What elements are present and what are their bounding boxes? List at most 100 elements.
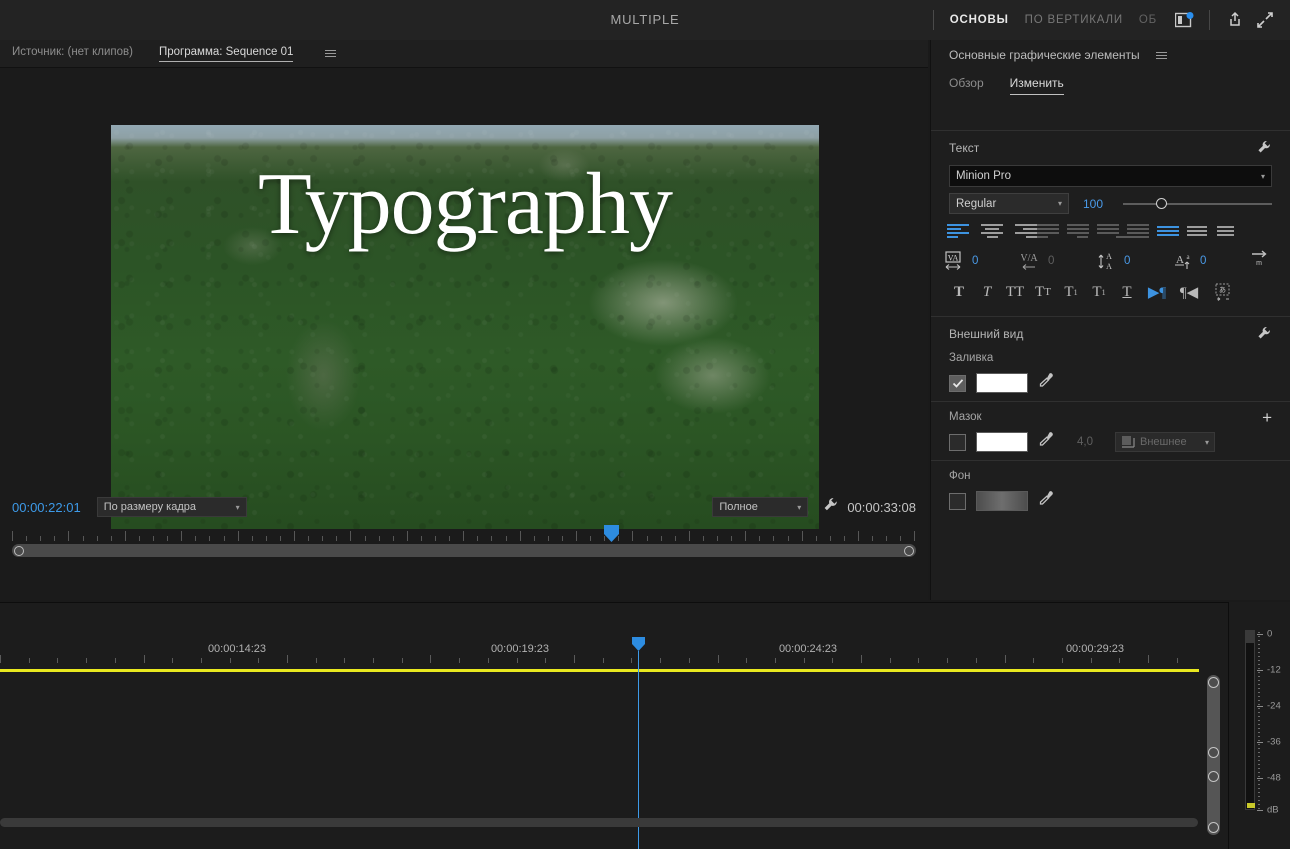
background-color-swatch[interactable] — [976, 491, 1028, 511]
stroke-type-dropdown[interactable]: Внешнее ▾ — [1115, 432, 1215, 452]
vertical-align-top-icon[interactable] — [1157, 222, 1187, 240]
timeline-vertical-scrollbar[interactable] — [1207, 675, 1220, 835]
meter-minor-tick — [1258, 732, 1260, 733]
scrubber-tick — [788, 536, 789, 541]
scroll-handle-mid[interactable] — [1208, 747, 1219, 758]
align-right-icon[interactable] — [1007, 222, 1037, 240]
tab-source[interactable]: Источник: (нет клипов) — [12, 46, 133, 61]
fullscreen-icon[interactable] — [1250, 5, 1280, 35]
duration-timecode[interactable]: 00:00:33:08 — [847, 500, 916, 515]
stroke-width-value[interactable]: 4,0 — [1065, 436, 1105, 448]
underline-icon[interactable]: T — [1113, 282, 1141, 302]
leading-control[interactable]: A A 0 — [1097, 251, 1169, 271]
align-left-icon[interactable] — [947, 222, 977, 240]
stroke-checkbox[interactable] — [949, 434, 966, 451]
scrubber-bar[interactable] — [12, 544, 916, 557]
scrubber-tick — [350, 531, 351, 541]
baseline-shift-control[interactable]: A a 0 — [1173, 251, 1245, 271]
current-timecode[interactable]: 00:00:22:01 — [12, 500, 81, 515]
scroll-handle-mid2[interactable] — [1208, 771, 1219, 782]
hamburger-icon[interactable] — [1156, 52, 1167, 59]
rtl-direction-icon[interactable]: ¶◀ — [1173, 282, 1205, 302]
stroke-color-swatch[interactable] — [976, 432, 1028, 452]
scrubber-tick — [224, 536, 225, 541]
scrubber-handle-right[interactable] — [904, 546, 914, 556]
justify-last-right-icon[interactable] — [1097, 222, 1127, 240]
timeline-playhead[interactable] — [632, 637, 645, 651]
wrench-icon[interactable] — [1256, 325, 1272, 344]
workspace-tab-overflow[interactable]: ОБ — [1131, 14, 1165, 26]
ruler-tick — [804, 658, 805, 663]
faux-bold-icon[interactable]: T — [945, 282, 973, 302]
justify-last-center-icon[interactable] — [1067, 222, 1097, 240]
tracking-control[interactable]: VA 0 — [945, 251, 1017, 271]
wrench-icon[interactable] — [1256, 139, 1272, 158]
background-checkbox[interactable] — [949, 493, 966, 510]
meter-minor-tick — [1258, 740, 1260, 741]
fill-color-swatch[interactable] — [976, 373, 1028, 393]
chevron-down-icon: ▾ — [1058, 199, 1062, 208]
ruler-label: 00:00:24:23 — [779, 643, 837, 655]
scroll-handle-bottom[interactable] — [1208, 822, 1219, 833]
scrubber-tick — [520, 531, 521, 541]
timeline-horizontal-scrollbar[interactable] — [0, 818, 1198, 827]
workspace-tab-essentials[interactable]: ОСНОВЫ — [942, 14, 1017, 26]
scrubber-tick — [562, 536, 563, 541]
justify-all-icon[interactable] — [1127, 222, 1157, 240]
justify-last-left-icon[interactable] — [1037, 222, 1067, 240]
scrubber-tick — [153, 536, 154, 541]
font-family-dropdown[interactable]: Minion Pro ▾ — [949, 165, 1272, 187]
timeline-panel[interactable]: 00:00:14:2300:00:19:2300:00:24:2300:00:2… — [0, 602, 1228, 849]
slider-knob[interactable] — [1156, 198, 1167, 209]
video-preview[interactable]: Typography — [111, 125, 819, 529]
fit-dropdown[interactable]: По размеру кадра ▾ — [97, 497, 247, 517]
font-style-dropdown[interactable]: Regular ▾ — [949, 193, 1069, 214]
meter-minor-tick — [1258, 684, 1260, 685]
monitor-scrubber[interactable] — [12, 525, 916, 559]
timeline-ruler[interactable]: 00:00:14:2300:00:19:2300:00:24:2300:00:2… — [0, 643, 1228, 671]
workspace-tab-vertical[interactable]: ПО ВЕРТИКАЛИ — [1017, 14, 1131, 26]
ruler-tick — [545, 658, 546, 663]
plus-icon[interactable]: + — [1262, 409, 1272, 426]
eyedropper-icon[interactable] — [1038, 431, 1055, 453]
workspace-switcher: ОСНОВЫ ПО ВЕРТИКАЛИ ОБ — [933, 0, 1290, 40]
progress-icon[interactable] — [1169, 5, 1199, 35]
subscript-icon[interactable]: T1 — [1085, 282, 1113, 302]
meter-clip-indicator[interactable] — [1246, 631, 1254, 643]
faux-italic-icon[interactable]: T — [973, 282, 1001, 302]
quality-dropdown[interactable]: Полное ▾ — [712, 497, 808, 517]
eyedropper-icon[interactable] — [1038, 490, 1055, 512]
tab-program[interactable]: Программа: Sequence 01 — [159, 46, 293, 62]
tate-chu-yoko-icon[interactable]: あ — [1209, 282, 1237, 302]
all-caps-icon[interactable]: TT — [1001, 282, 1029, 302]
vertical-align-center-icon[interactable] — [1187, 222, 1217, 240]
meter-minor-tick — [1258, 672, 1260, 673]
eyedropper-icon[interactable] — [1038, 372, 1055, 394]
audio-meter-channel[interactable] — [1245, 630, 1255, 810]
scrubber-handle-left[interactable] — [14, 546, 24, 556]
ruler-tick — [373, 658, 374, 663]
vertical-align-bottom-icon[interactable] — [1217, 222, 1247, 240]
export-icon[interactable] — [1220, 5, 1250, 35]
ruler-tick — [258, 658, 259, 663]
small-caps-icon[interactable]: TT — [1029, 282, 1057, 302]
kerning-control[interactable]: V/A 0 — [1021, 251, 1093, 271]
settings-wrench-icon[interactable] — [822, 496, 839, 518]
text-indent-icon[interactable]: m — [1249, 248, 1269, 273]
align-center-icon[interactable] — [977, 222, 1007, 240]
ltr-direction-icon[interactable]: ▶¶ — [1141, 282, 1173, 302]
ruler-label: 00:00:29:23 — [1066, 643, 1124, 655]
monitor-playhead[interactable] — [604, 525, 619, 542]
ruler-tick — [402, 658, 403, 663]
tab-browse[interactable]: Обзор — [949, 76, 984, 94]
work-area-bar[interactable] — [0, 669, 1199, 672]
font-size-slider[interactable] — [1123, 197, 1272, 211]
tab-edit[interactable]: Изменить — [1010, 76, 1064, 95]
scroll-handle-top[interactable] — [1208, 677, 1219, 688]
hamburger-icon[interactable] — [325, 50, 336, 57]
scrubber-tick — [717, 536, 718, 541]
font-size-value[interactable]: 100 — [1083, 197, 1109, 211]
superscript-icon[interactable]: T1 — [1057, 282, 1085, 302]
fill-checkbox[interactable] — [949, 375, 966, 392]
scrubber-tick — [379, 536, 380, 541]
